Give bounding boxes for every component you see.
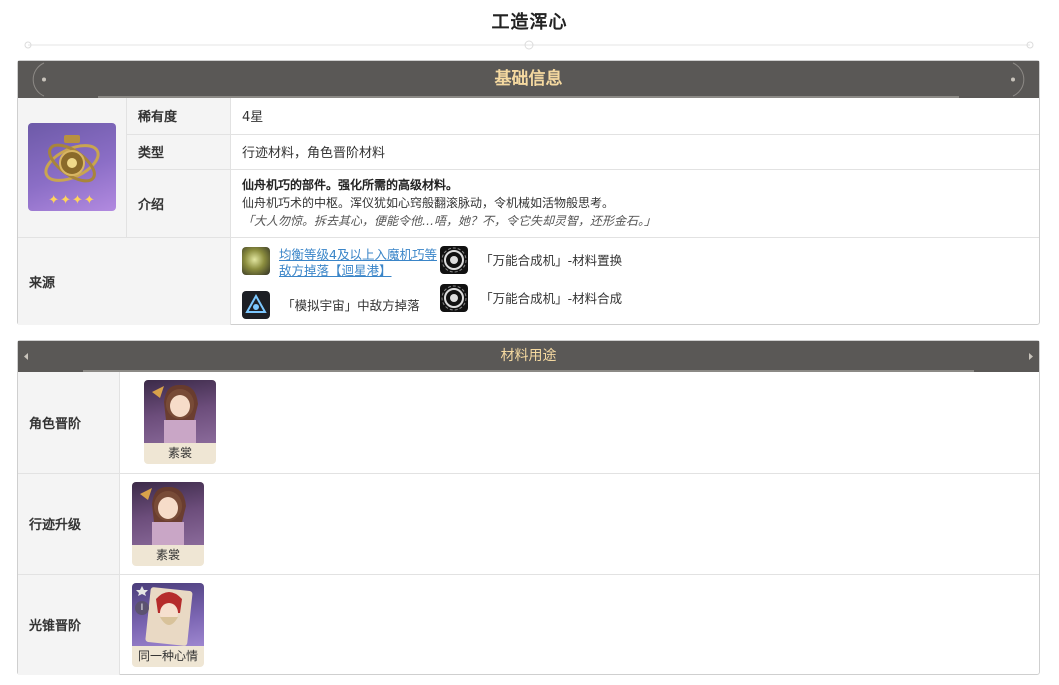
intro-value: 仙舟机巧的部件。强化所需的高级材料。 仙舟机巧术的中枢。浑仪犹如心窍般翻滚脉动，… (230, 168, 1039, 237)
basic-info-panel: 基础信息 ✦✦✦✦ 稀有度 4星 类型 行迹材料，角色晋阶材料 介绍 仙舟机巧的… (17, 60, 1040, 325)
synthesizer-icon (440, 283, 468, 312)
character-card-sushang[interactable]: 素裳 (132, 481, 204, 566)
intro-bold: 仙舟机巧的部件。强化所需的高级材料。 (242, 178, 459, 192)
source-text: 「模拟宇宙」中敌方掉落 (282, 298, 420, 313)
header-ornament-left-icon (24, 353, 28, 360)
usage-label: 角色晋阶 (18, 372, 120, 473)
character-portrait-icon (144, 380, 216, 444)
intro-label: 介绍 (126, 168, 231, 237)
simulated-universe-icon (242, 290, 270, 319)
header-ornament-left-icon (32, 62, 46, 97)
light-cone-card[interactable]: Ⅰ 同一种心情 (132, 582, 204, 667)
rarity-stars: ✦✦✦✦ (48, 193, 96, 209)
synthesizer-icon (440, 245, 468, 274)
mechanism-enemy-icon (242, 246, 270, 275)
usage-cards: Ⅰ 同一种心情 (119, 573, 1039, 675)
intro-quote: 「大人勿惊。拆去其心，便能令他…唔，她？不，令它失却灵智，还形金石。」 (242, 214, 657, 228)
item-image: ✦✦✦✦ (28, 123, 116, 212)
usage-table: 角色晋阶 素裳 行迹升级 素裳 光锥晋阶 Ⅰ 同一种心情 (18, 372, 1039, 675)
source-item: 「万能合成机」-材料合成 (440, 283, 623, 312)
type-value: 行迹材料，角色晋阶材料 (230, 133, 1039, 169)
source-text: 「万能合成机」-材料合成 (480, 291, 623, 306)
source-cell: 均衡等级4及以上入魔机巧等 敌方掉落【迴星港】 「模拟宇宙」中敌方掉落 「万能合… (230, 236, 1039, 325)
title-divider (24, 40, 1034, 50)
source-link-line1[interactable]: 均衡等级4及以上入魔机巧等 (279, 247, 442, 263)
source-item: 「模拟宇宙」中敌方掉落 (242, 290, 420, 319)
usage-header: 材料用途 (18, 341, 1039, 372)
path-icon (136, 585, 148, 596)
source-link-line2[interactable]: 敌方掉落【迴星港】 (279, 263, 442, 279)
page-title: 工造浑心 (491, 12, 568, 33)
character-card-sushang[interactable]: 素裳 (144, 380, 216, 465)
header-ornament-right-icon (1011, 62, 1025, 97)
header-ornament-right-icon (1029, 353, 1033, 360)
usage-panel: 材料用途 角色晋阶 素裳 行迹升级 素裳 光锥晋阶 Ⅰ 同一种心情 (17, 340, 1040, 675)
usage-label: 光锥晋阶 (18, 573, 120, 675)
light-cone-art-icon: Ⅰ (132, 582, 204, 646)
usage-cards: 素裳 (119, 372, 1039, 473)
basic-info-title: 基础信息 (494, 69, 563, 89)
source-item[interactable]: 均衡等级4及以上入魔机巧等 敌方掉落【迴星港】 (242, 246, 442, 279)
type-label: 类型 (126, 133, 231, 169)
light-cone-badge: Ⅰ (135, 600, 149, 615)
source-label: 来源 (18, 236, 231, 325)
rarity-label: 稀有度 (126, 98, 231, 134)
source-text: 「万能合成机」-材料置换 (480, 253, 623, 268)
light-cone-card-name: 同一种心情 (137, 648, 198, 663)
character-card-name: 素裳 (167, 446, 192, 461)
intro-text: 仙舟机巧术的中枢。浑仪犹如心窍般翻滚脉动，令机械如活物般思考。 (242, 196, 615, 210)
character-card-name: 素裳 (155, 547, 180, 562)
usage-cards: 素裳 (119, 472, 1039, 574)
usage-label: 行迹升级 (18, 472, 120, 574)
basic-info-header: 基础信息 (18, 61, 1039, 98)
usage-title: 材料用途 (500, 348, 557, 364)
basic-info-table: ✦✦✦✦ 稀有度 4星 类型 行迹材料，角色晋阶材料 介绍 仙舟机巧的部件。强化… (18, 98, 1039, 325)
source-item: 「万能合成机」-材料置换 (440, 245, 623, 274)
character-portrait-icon (132, 481, 204, 545)
rarity-value: 4星 (230, 98, 1039, 134)
item-image-cell: ✦✦✦✦ (18, 98, 127, 237)
